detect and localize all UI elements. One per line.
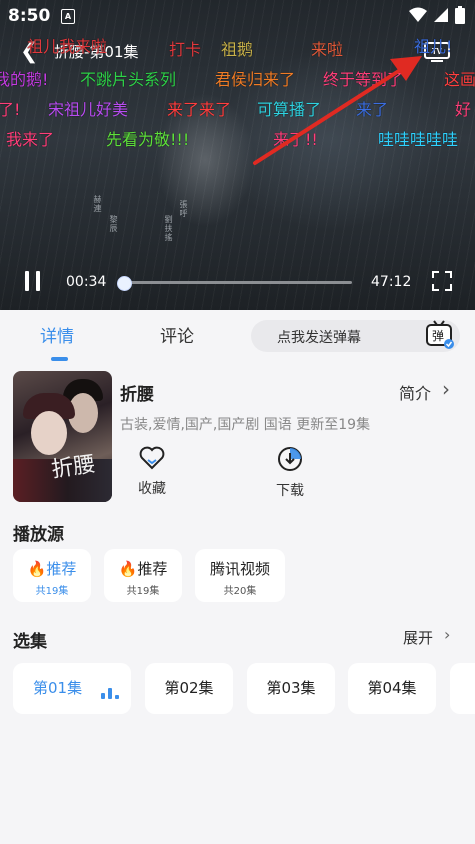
episode-item[interactable]: 第02集	[145, 663, 233, 714]
show-tags: 古装,爱情,国产,国产剧 国语 更新至19集	[120, 417, 371, 433]
battery-icon	[455, 6, 465, 24]
episode-item[interactable]: 第04集	[348, 663, 436, 714]
credit-text-3: 劉扶搖	[164, 215, 173, 242]
favorite-label: 收藏	[138, 481, 166, 497]
system-icons	[409, 6, 465, 24]
download-button[interactable]: 下载	[260, 446, 320, 500]
duration-time: 47:12	[371, 274, 412, 290]
intro-link[interactable]: 简介	[399, 380, 431, 404]
danmaku-item: 了!	[0, 100, 21, 119]
tab-comments[interactable]: 评论	[160, 322, 194, 347]
danmaku-item: 先看为敬!!!	[106, 130, 190, 149]
danmaku-item: 打卡	[169, 40, 202, 59]
show-poster[interactable]: 折腰	[13, 371, 112, 502]
danmaku-input-placeholder: 点我发送弹幕	[277, 330, 361, 346]
tab-details[interactable]: 详情	[40, 322, 74, 347]
chevron-right-icon[interactable]: ›	[444, 625, 450, 644]
sources-title: 播放源	[13, 525, 64, 545]
episode-item-partial[interactable]	[450, 663, 475, 714]
player-controls: 00:34 47:12	[0, 268, 475, 298]
danmaku-toggle-icon[interactable]: 弹	[425, 320, 455, 350]
show-name: 折腰	[120, 385, 154, 405]
svg-text:弹: 弹	[432, 329, 444, 343]
download-icon	[278, 447, 302, 471]
danmaku-item: 好	[455, 100, 472, 119]
source-count: 共20集	[223, 586, 257, 597]
danmaku-item: 来了来了	[167, 100, 232, 119]
source-name: 腾讯视频	[209, 560, 270, 578]
poster-title: 折腰	[49, 452, 97, 483]
signal-icon	[434, 8, 448, 22]
annotation-arrow	[253, 56, 422, 165]
video-player[interactable]: 赫連 黎辰 劉扶搖 張呼 8:50 A ❮ 折腰-第01集 TV 祖儿我来啦 打…	[0, 0, 475, 310]
credit-text-1: 赫連	[93, 195, 102, 213]
status-bar: 8:50 A	[0, 0, 475, 32]
episode-label: 第02集	[164, 679, 214, 697]
heart-icon	[139, 446, 165, 470]
fullscreen-icon[interactable]	[432, 271, 452, 291]
episode-item[interactable]: 第01集	[13, 663, 131, 714]
source-name: 推荐	[137, 560, 168, 578]
fire-icon: 🔥	[27, 560, 47, 578]
favorite-button[interactable]: 收藏	[122, 446, 182, 498]
progress-thumb[interactable]	[116, 276, 132, 291]
danmaku-item: 我的鹅!	[0, 70, 49, 89]
source-name: 推荐	[46, 560, 77, 578]
expand-episodes-button[interactable]: 展开	[403, 627, 433, 648]
source-item[interactable]: 腾讯视频 共20集	[195, 549, 285, 602]
credit-text-4: 張呼	[179, 200, 188, 218]
fire-icon: 🔥	[118, 560, 138, 578]
source-count: 共19集	[35, 586, 69, 597]
progress-bar[interactable]	[116, 276, 352, 291]
episode-item[interactable]: 第03集	[247, 663, 335, 714]
detail-tabs: 详情 评论 点我发送弹幕 弹	[0, 310, 475, 364]
chevron-right-icon[interactable]: ›	[442, 377, 450, 401]
episode-label: 第01集	[33, 679, 83, 697]
tab-indicator	[51, 357, 68, 361]
pause-button[interactable]	[25, 271, 41, 291]
danmaku-item: 祖儿我来啦	[27, 37, 108, 56]
danmaku-item: 不跳片头系列	[80, 70, 177, 89]
source-count: 共19集	[126, 586, 160, 597]
sim-icon: A	[61, 9, 75, 24]
danmaku-item: 祖鹅	[221, 40, 254, 59]
danmaku-item: 这画	[444, 70, 475, 89]
source-item[interactable]: 🔥推荐 共19集	[13, 549, 91, 602]
source-item[interactable]: 🔥推荐 共19集	[104, 549, 182, 602]
episodes-title: 选集	[13, 632, 47, 652]
danmaku-item: 宋祖儿好美	[48, 100, 129, 119]
danmaku-item: 我来了	[6, 130, 55, 149]
status-time: 8:50	[8, 6, 51, 26]
wifi-icon	[409, 7, 427, 22]
episode-label: 第04集	[367, 679, 417, 697]
credit-text-2: 黎辰	[109, 215, 118, 233]
download-label: 下载	[276, 483, 304, 499]
episode-label: 第03集	[266, 679, 316, 697]
current-time: 00:34	[66, 274, 107, 290]
